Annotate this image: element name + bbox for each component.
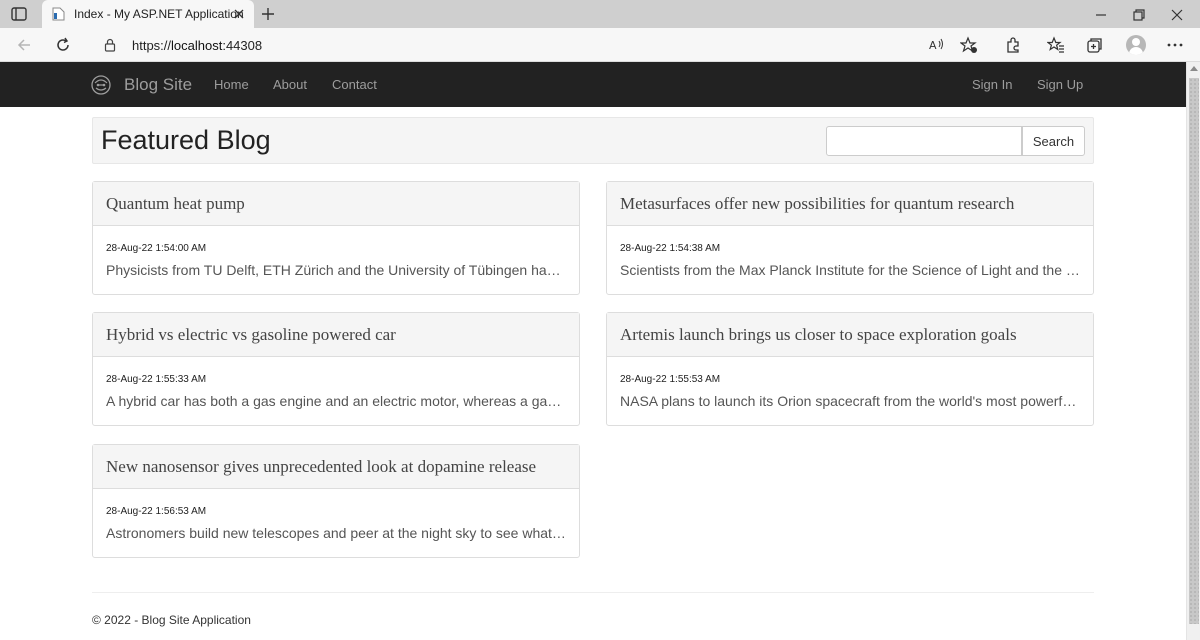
- post-card-header: Quantum heat pump: [93, 182, 579, 226]
- search-input[interactable]: [826, 126, 1022, 156]
- scroll-up-icon[interactable]: [1190, 66, 1198, 71]
- post-card[interactable]: Metasurfaces offer new possibilities for…: [606, 181, 1094, 295]
- minimize-icon[interactable]: [1094, 8, 1108, 22]
- post-card[interactable]: Quantum heat pump 28-Aug-22 1:54:00 AM P…: [92, 181, 580, 295]
- post-title-link[interactable]: Metasurfaces offer new possibilities for…: [620, 194, 1014, 214]
- post-card[interactable]: Hybrid vs electric vs gasoline powered c…: [92, 312, 580, 426]
- post-excerpt: Astronomers build new telescopes and pee…: [106, 525, 566, 541]
- post-excerpt: Scientists from the Max Planck Institute…: [620, 262, 1080, 278]
- post-excerpt: Physicists from TU Delft, ETH Zürich and…: [106, 262, 566, 278]
- tab-title: Index - My ASP.NET Application: [74, 7, 244, 21]
- brand-logo-icon[interactable]: [90, 74, 112, 96]
- close-icon[interactable]: [232, 7, 246, 21]
- post-date: 28-Aug-22 1:56:53 AM: [106, 506, 207, 517]
- nav-link-sign-up[interactable]: Sign Up: [1037, 77, 1083, 92]
- post-card-header: Artemis launch brings us closer to space…: [607, 313, 1093, 357]
- post-title-link[interactable]: Hybrid vs electric vs gasoline powered c…: [106, 325, 396, 345]
- brand-link[interactable]: Blog Site: [124, 75, 192, 95]
- url-text[interactable]: https://localhost:44308: [132, 38, 262, 53]
- post-title-link[interactable]: Artemis launch brings us closer to space…: [620, 325, 1017, 345]
- url-scheme: https://: [132, 38, 172, 53]
- featured-header: Featured Blog Search: [92, 117, 1094, 164]
- browser-tab-active[interactable]: Index - My ASP.NET Application: [42, 0, 254, 28]
- window-close-icon[interactable]: [1170, 8, 1184, 22]
- site-navbar: Blog Site Home About Contact Sign In Sig…: [0, 62, 1186, 107]
- post-date: 28-Aug-22 1:55:53 AM: [620, 374, 721, 385]
- address-bar[interactable]: https://localhost:44308: [92, 31, 992, 59]
- nav-link-contact[interactable]: Contact: [332, 77, 377, 92]
- post-card[interactable]: Artemis launch brings us closer to space…: [606, 312, 1094, 426]
- post-card-header: New nanosensor gives unprecedented look …: [93, 445, 579, 489]
- nav-link-home[interactable]: Home: [214, 77, 249, 92]
- post-title-link[interactable]: New nanosensor gives unprecedented look …: [106, 457, 536, 477]
- page-icon: [52, 7, 65, 21]
- post-card-header: Metasurfaces offer new possibilities for…: [607, 182, 1093, 226]
- read-aloud-icon[interactable]: A: [928, 36, 946, 54]
- back-arrow-icon[interactable]: [16, 37, 32, 53]
- collections-icon[interactable]: [1086, 36, 1104, 54]
- browser-toolbar: https://localhost:44308 A: [0, 28, 1200, 62]
- search-button[interactable]: Search: [1022, 126, 1085, 156]
- nav-link-about[interactable]: About: [273, 77, 307, 92]
- favorites-icon[interactable]: [1047, 36, 1065, 54]
- post-card[interactable]: New nanosensor gives unprecedented look …: [92, 444, 580, 558]
- post-date: 28-Aug-22 1:55:33 AM: [106, 374, 207, 385]
- more-options-icon[interactable]: [1166, 36, 1184, 54]
- post-title-link[interactable]: Quantum heat pump: [106, 194, 245, 214]
- url-port: :44308: [222, 38, 263, 53]
- profile-avatar[interactable]: [1126, 35, 1146, 55]
- post-excerpt: NASA plans to launch its Orion spacecraf…: [620, 393, 1080, 409]
- tab-actions-icon[interactable]: [10, 5, 28, 23]
- extensions-icon[interactable]: [1004, 36, 1022, 54]
- add-favorite-icon[interactable]: [960, 36, 978, 54]
- post-card-header: Hybrid vs electric vs gasoline powered c…: [93, 313, 579, 357]
- post-date: 28-Aug-22 1:54:38 AM: [620, 243, 721, 254]
- footer-text: © 2022 - Blog Site Application: [92, 613, 251, 627]
- refresh-icon[interactable]: [55, 37, 71, 53]
- svg-text:A: A: [929, 39, 937, 52]
- browser-tab-strip: Index - My ASP.NET Application: [0, 0, 1200, 28]
- post-excerpt: A hybrid car has both a gas engine and a…: [106, 393, 566, 409]
- new-tab-icon[interactable]: [260, 6, 276, 22]
- lock-icon[interactable]: [104, 38, 116, 52]
- page-viewport: Blog Site Home About Contact Sign In Sig…: [0, 62, 1186, 640]
- page-scrollbar[interactable]: [1186, 62, 1200, 640]
- footer-divider: [92, 592, 1094, 593]
- url-host: localhost: [171, 38, 223, 53]
- nav-link-sign-in[interactable]: Sign In: [972, 77, 1012, 92]
- page-title: Featured Blog: [101, 125, 271, 155]
- scrollbar-thumb[interactable]: [1189, 78, 1199, 624]
- post-date: 28-Aug-22 1:54:00 AM: [106, 243, 207, 254]
- restore-icon[interactable]: [1132, 8, 1146, 22]
